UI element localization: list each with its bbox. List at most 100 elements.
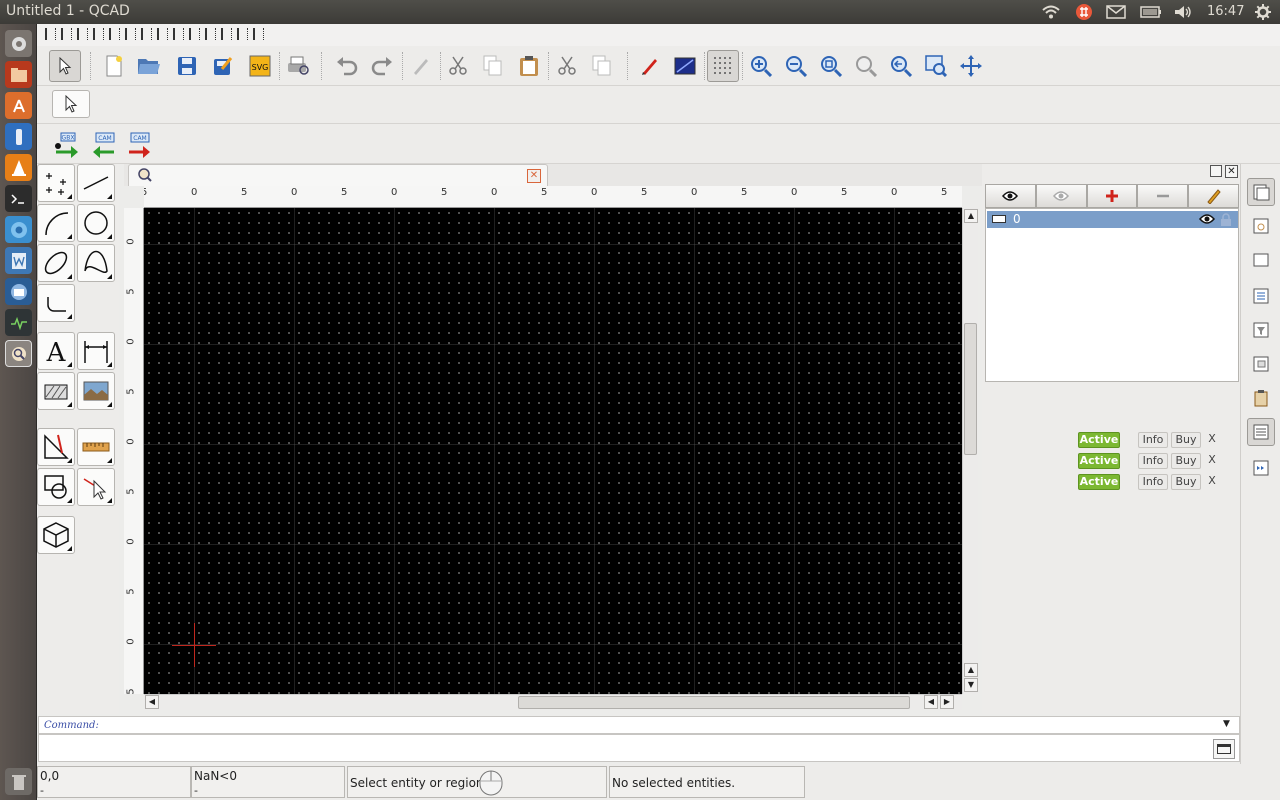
- cam-import-icon[interactable]: CAM: [88, 128, 120, 160]
- redo-button[interactable]: [366, 50, 398, 82]
- layer-lock-icon[interactable]: [1220, 213, 1232, 229]
- menu-item[interactable]: [93, 28, 104, 40]
- property-editor-icon[interactable]: [1247, 282, 1275, 310]
- software-center-icon[interactable]: [5, 92, 32, 119]
- system-settings-icon[interactable]: [5, 123, 32, 150]
- line-tool-button[interactable]: [77, 164, 115, 202]
- document-tab[interactable]: ✕: [128, 164, 548, 186]
- measure-tool-button[interactable]: [77, 428, 115, 466]
- cam-export-icon[interactable]: CAM: [123, 128, 155, 160]
- license-close-button[interactable]: X: [1205, 432, 1219, 448]
- draft-mode-button[interactable]: [405, 50, 437, 82]
- scroll-up-button[interactable]: ▲: [964, 209, 978, 223]
- ellipse-tool-button[interactable]: [37, 244, 75, 282]
- remove-layer-button[interactable]: [1137, 184, 1189, 208]
- file-manager-icon[interactable]: [5, 61, 32, 88]
- text-tool-button[interactable]: A: [37, 332, 75, 370]
- scroll-down-button[interactable]: ▲: [964, 663, 978, 677]
- menu-item[interactable]: [77, 28, 88, 40]
- horizontal-scrollbar[interactable]: ◀ ◀ ▶: [144, 694, 962, 710]
- view-list-icon[interactable]: [1247, 246, 1275, 274]
- copy-with-reference-button[interactable]: [586, 50, 618, 82]
- vertical-scroll-thumb[interactable]: [964, 323, 977, 455]
- spline-tool-button[interactable]: [77, 244, 115, 282]
- scroll-left-button[interactable]: ◀: [145, 695, 159, 709]
- block-tool-button[interactable]: [37, 516, 75, 554]
- layer-row[interactable]: 0: [987, 211, 1238, 228]
- add-layer-button[interactable]: [1086, 184, 1138, 208]
- dimension-tool-button[interactable]: [77, 332, 115, 370]
- battery-icon[interactable]: [1139, 0, 1163, 24]
- auto-zoom-icon[interactable]: [815, 50, 847, 82]
- layer-list-icon[interactable]: [1247, 178, 1275, 206]
- menu-item[interactable]: [173, 28, 184, 40]
- point-tool-button[interactable]: [37, 164, 75, 202]
- menu-item[interactable]: [221, 28, 232, 40]
- drawing-canvas[interactable]: [144, 208, 962, 694]
- qcad-icon[interactable]: [5, 340, 32, 367]
- menu-item[interactable]: [157, 28, 168, 40]
- menu-item[interactable]: [109, 28, 120, 40]
- select-tool-button[interactable]: [77, 468, 115, 506]
- paste-button[interactable]: [513, 50, 545, 82]
- toolmatic-icon[interactable]: [1247, 454, 1275, 482]
- license-info-button[interactable]: Info: [1138, 474, 1168, 490]
- volume-icon[interactable]: [1172, 0, 1194, 24]
- command-window-icon[interactable]: [1213, 739, 1235, 759]
- menu-item[interactable]: [253, 28, 264, 40]
- menu-item[interactable]: [189, 28, 200, 40]
- copy-button[interactable]: [477, 50, 509, 82]
- vertical-scrollbar[interactable]: ▲ ▲ ▼: [962, 208, 978, 694]
- command-line-icon[interactable]: [1247, 418, 1275, 446]
- grid-toggle-button[interactable]: [707, 50, 739, 82]
- menu-item[interactable]: [125, 28, 136, 40]
- menu-item[interactable]: [45, 28, 56, 40]
- trash-icon[interactable]: [5, 768, 32, 795]
- select-pointer-option-button[interactable]: [52, 90, 90, 118]
- layer-visible-icon[interactable]: [1199, 213, 1215, 228]
- current-layer-color-button[interactable]: [669, 50, 701, 82]
- gerber-import-icon[interactable]: GBX: [51, 128, 83, 160]
- save-button[interactable]: [171, 50, 203, 82]
- new-file-button[interactable]: [98, 50, 130, 82]
- select-pointer-button[interactable]: [49, 50, 81, 82]
- chromium-icon[interactable]: [5, 216, 32, 243]
- export-svg-button[interactable]: SVG: [244, 50, 276, 82]
- drafting-tool-button[interactable]: [37, 428, 75, 466]
- menu-item[interactable]: [205, 28, 216, 40]
- window-zoom-icon[interactable]: [920, 50, 952, 82]
- selection-filter-icon[interactable]: [1247, 316, 1275, 344]
- close-panel-icon[interactable]: ✕: [1225, 165, 1238, 178]
- zoom-selection-icon[interactable]: [850, 50, 882, 82]
- zoom-out-icon[interactable]: [780, 50, 812, 82]
- terminal-icon[interactable]: [5, 185, 32, 212]
- dash-home-icon[interactable]: [5, 30, 32, 57]
- float-panel-icon[interactable]: [1210, 165, 1222, 177]
- block-list-icon[interactable]: [1247, 212, 1275, 240]
- license-buy-button[interactable]: Buy: [1171, 453, 1201, 469]
- polyline-tool-button[interactable]: [37, 284, 75, 322]
- edit-layer-button[interactable]: [1188, 184, 1239, 208]
- image-tool-button[interactable]: [77, 372, 115, 410]
- license-buy-button[interactable]: Buy: [1171, 474, 1201, 490]
- undo-button[interactable]: [331, 50, 363, 82]
- scroll-down-button[interactable]: ▼: [964, 678, 978, 692]
- writer-icon[interactable]: [5, 247, 32, 274]
- menu-item[interactable]: [141, 28, 152, 40]
- input-method-icon[interactable]: [1073, 0, 1095, 24]
- library-browser-icon[interactable]: [1247, 350, 1275, 378]
- cut-with-reference-button[interactable]: [551, 50, 583, 82]
- chevron-down-icon[interactable]: ▼: [1223, 719, 1230, 729]
- arc-tool-button[interactable]: [37, 204, 75, 242]
- pan-zoom-icon[interactable]: [955, 50, 987, 82]
- zoom-in-icon[interactable]: [745, 50, 777, 82]
- hide-all-layers-button[interactable]: [1035, 184, 1087, 208]
- cut-button[interactable]: [442, 50, 474, 82]
- thunderbird-icon[interactable]: [5, 278, 32, 305]
- open-file-button[interactable]: [133, 50, 165, 82]
- license-close-button[interactable]: X: [1205, 474, 1219, 490]
- command-input[interactable]: [38, 734, 1240, 762]
- session-gear-icon[interactable]: [1252, 0, 1274, 24]
- scroll-left-button[interactable]: ◀: [924, 695, 938, 709]
- license-info-button[interactable]: Info: [1138, 453, 1168, 469]
